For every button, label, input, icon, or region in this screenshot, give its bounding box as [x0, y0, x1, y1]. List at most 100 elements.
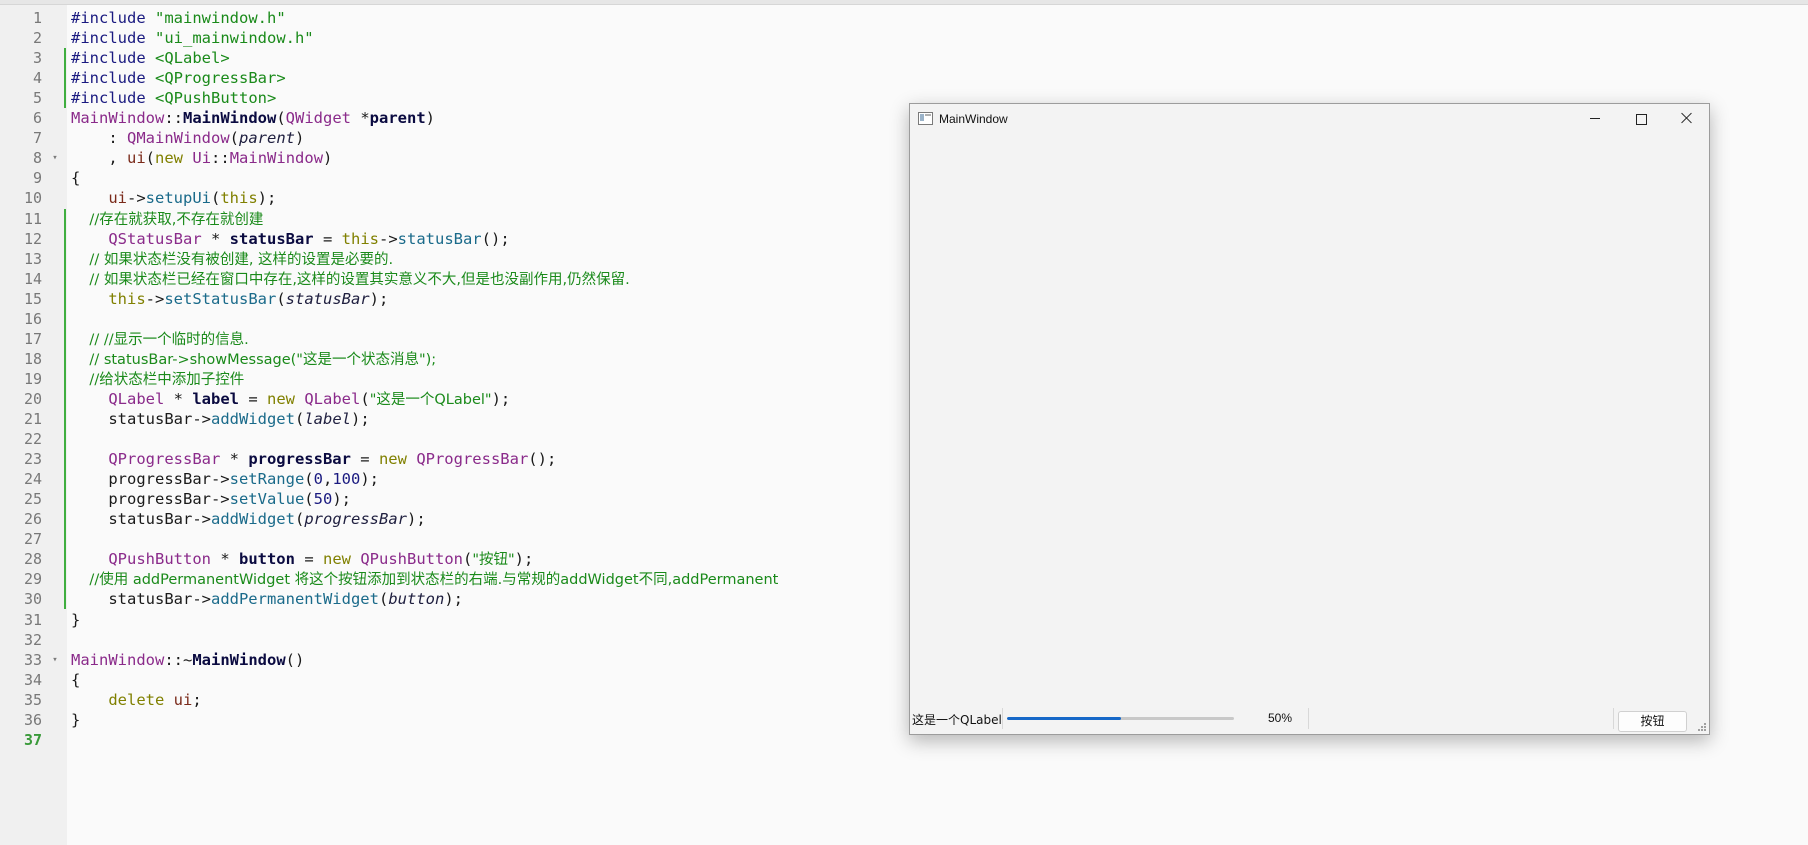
code-token: progressBar [248, 450, 351, 469]
code-text: MainWindow::~MainWindow() [71, 650, 304, 670]
code-token: :: [164, 109, 183, 128]
modified-line-marker [64, 569, 66, 590]
line-number: 11 [23, 209, 42, 228]
code-token: // statusBar->showMessage("这是一个状态消息"); [71, 351, 437, 368]
code-token: QPushButton [360, 550, 463, 569]
code-token: this [108, 289, 146, 308]
modified-line-marker [64, 529, 66, 550]
close-icon [1681, 112, 1693, 124]
maximize-button[interactable] [1618, 104, 1664, 134]
fold-arrow-icon[interactable]: ▾ [50, 650, 60, 670]
line-number: 33 [23, 650, 42, 669]
code-line[interactable]: 3 #include <QLabel> [0, 48, 1808, 69]
line-number: 32 [23, 630, 42, 649]
line-number: 19 [23, 369, 42, 388]
code-token: { [71, 670, 81, 689]
modified-line-marker [64, 489, 66, 510]
window-client-area [910, 134, 1709, 703]
code-text: //给状态栏中添加子控件 [71, 369, 244, 390]
modified-line-marker [64, 429, 66, 450]
code-text: , ui(new Ui::MainWindow) [71, 148, 332, 168]
line-number: 22 [23, 430, 42, 449]
code-token: () [285, 650, 305, 669]
code-token: setupUi [145, 189, 211, 208]
status-label: 这是一个QLabel [912, 713, 1002, 727]
window-title: MainWindow [939, 112, 1008, 126]
line-number: 34 [23, 670, 42, 689]
line-number: 29 [23, 570, 42, 589]
code-token: ( [276, 289, 286, 308]
modified-line-marker [64, 368, 66, 389]
modified-line-marker [64, 589, 66, 610]
code-text: QLabel * label = new QLabel("这是一个QLabel"… [71, 389, 510, 410]
code-token: (); [528, 450, 557, 469]
code-token: setStatusBar [164, 289, 277, 308]
code-token: ) [295, 129, 305, 148]
code-token: #include [71, 29, 155, 48]
code-token: addWidget [210, 410, 295, 428]
code-line[interactable]: 2 #include "ui_mainwindow.h" [0, 28, 1808, 48]
line-number: 24 [23, 470, 42, 489]
code-line[interactable]: 4 #include <QProgressBar> [0, 68, 1808, 89]
close-button[interactable] [1664, 104, 1710, 134]
code-token: ( [304, 470, 314, 489]
code-token: 0 [313, 470, 323, 489]
code-token: ui [173, 690, 193, 709]
code-token: { [71, 169, 81, 188]
fold-arrow-icon[interactable]: ▾ [50, 148, 60, 168]
code-line[interactable]: 1 #include "mainwindow.h" [0, 8, 1808, 28]
minimize-icon [1590, 118, 1600, 119]
size-grip-icon[interactable] [1698, 723, 1707, 732]
code-token: = [313, 229, 342, 248]
code-token: "ui_mainwindow.h" [155, 29, 314, 48]
code-token: ( [294, 410, 305, 428]
status-separator [1002, 708, 1003, 729]
line-number: 25 [23, 490, 42, 509]
code-token: = [350, 450, 379, 469]
code-token: ( [294, 510, 305, 529]
line-number: 15 [23, 289, 42, 308]
code-token: ); [332, 490, 351, 509]
code-text: progressBar->setValue(50); [71, 489, 351, 509]
code-token: ( [462, 550, 473, 569]
code-token: ); [369, 289, 389, 308]
line-number: 13 [23, 249, 42, 268]
code-text: #include "mainwindow.h" [71, 8, 286, 28]
code-token: (); [481, 229, 510, 248]
modified-line-marker [64, 549, 66, 570]
line-number: 17 [23, 329, 42, 348]
line-number: 3 [32, 49, 42, 68]
status-push-button[interactable]: 按钮 [1618, 711, 1687, 732]
minimize-button[interactable] [1572, 104, 1618, 134]
main-window[interactable]: MainWindow 这是一个QLabel 50% 按钮 [909, 103, 1710, 735]
window-titlebar[interactable]: MainWindow [910, 104, 1709, 134]
line-number: 37 [23, 730, 42, 749]
progress-bar [1007, 717, 1234, 720]
code-token: -> [378, 229, 398, 248]
code-text: #include <QPushButton> [71, 88, 276, 108]
code-text: // statusBar->showMessage("这是一个状态消息"); [71, 349, 436, 370]
code-token: ui [108, 189, 127, 208]
modified-line-marker [64, 509, 66, 530]
code-token: ); [351, 410, 370, 428]
modified-line-marker [64, 308, 66, 329]
code-token: "这是一个QLabel" [369, 391, 492, 408]
line-number: 26 [23, 510, 42, 529]
modified-line-marker [64, 208, 66, 229]
code-token: QMainWindow [127, 129, 230, 148]
code-token: //存在就获取,不存在就创建 [71, 211, 264, 228]
code-token: : [71, 129, 127, 148]
line-number: 1 [32, 9, 42, 27]
code-token: Ui [192, 149, 212, 168]
code-text: statusBar->addPermanentWidget(button); [71, 589, 463, 609]
code-token: :: [211, 149, 230, 168]
line-number: 35 [23, 690, 42, 709]
code-token: MainWindow [71, 109, 165, 128]
modified-line-marker [64, 449, 66, 470]
modified-line-marker [64, 68, 66, 89]
line-number: 27 [23, 530, 42, 549]
